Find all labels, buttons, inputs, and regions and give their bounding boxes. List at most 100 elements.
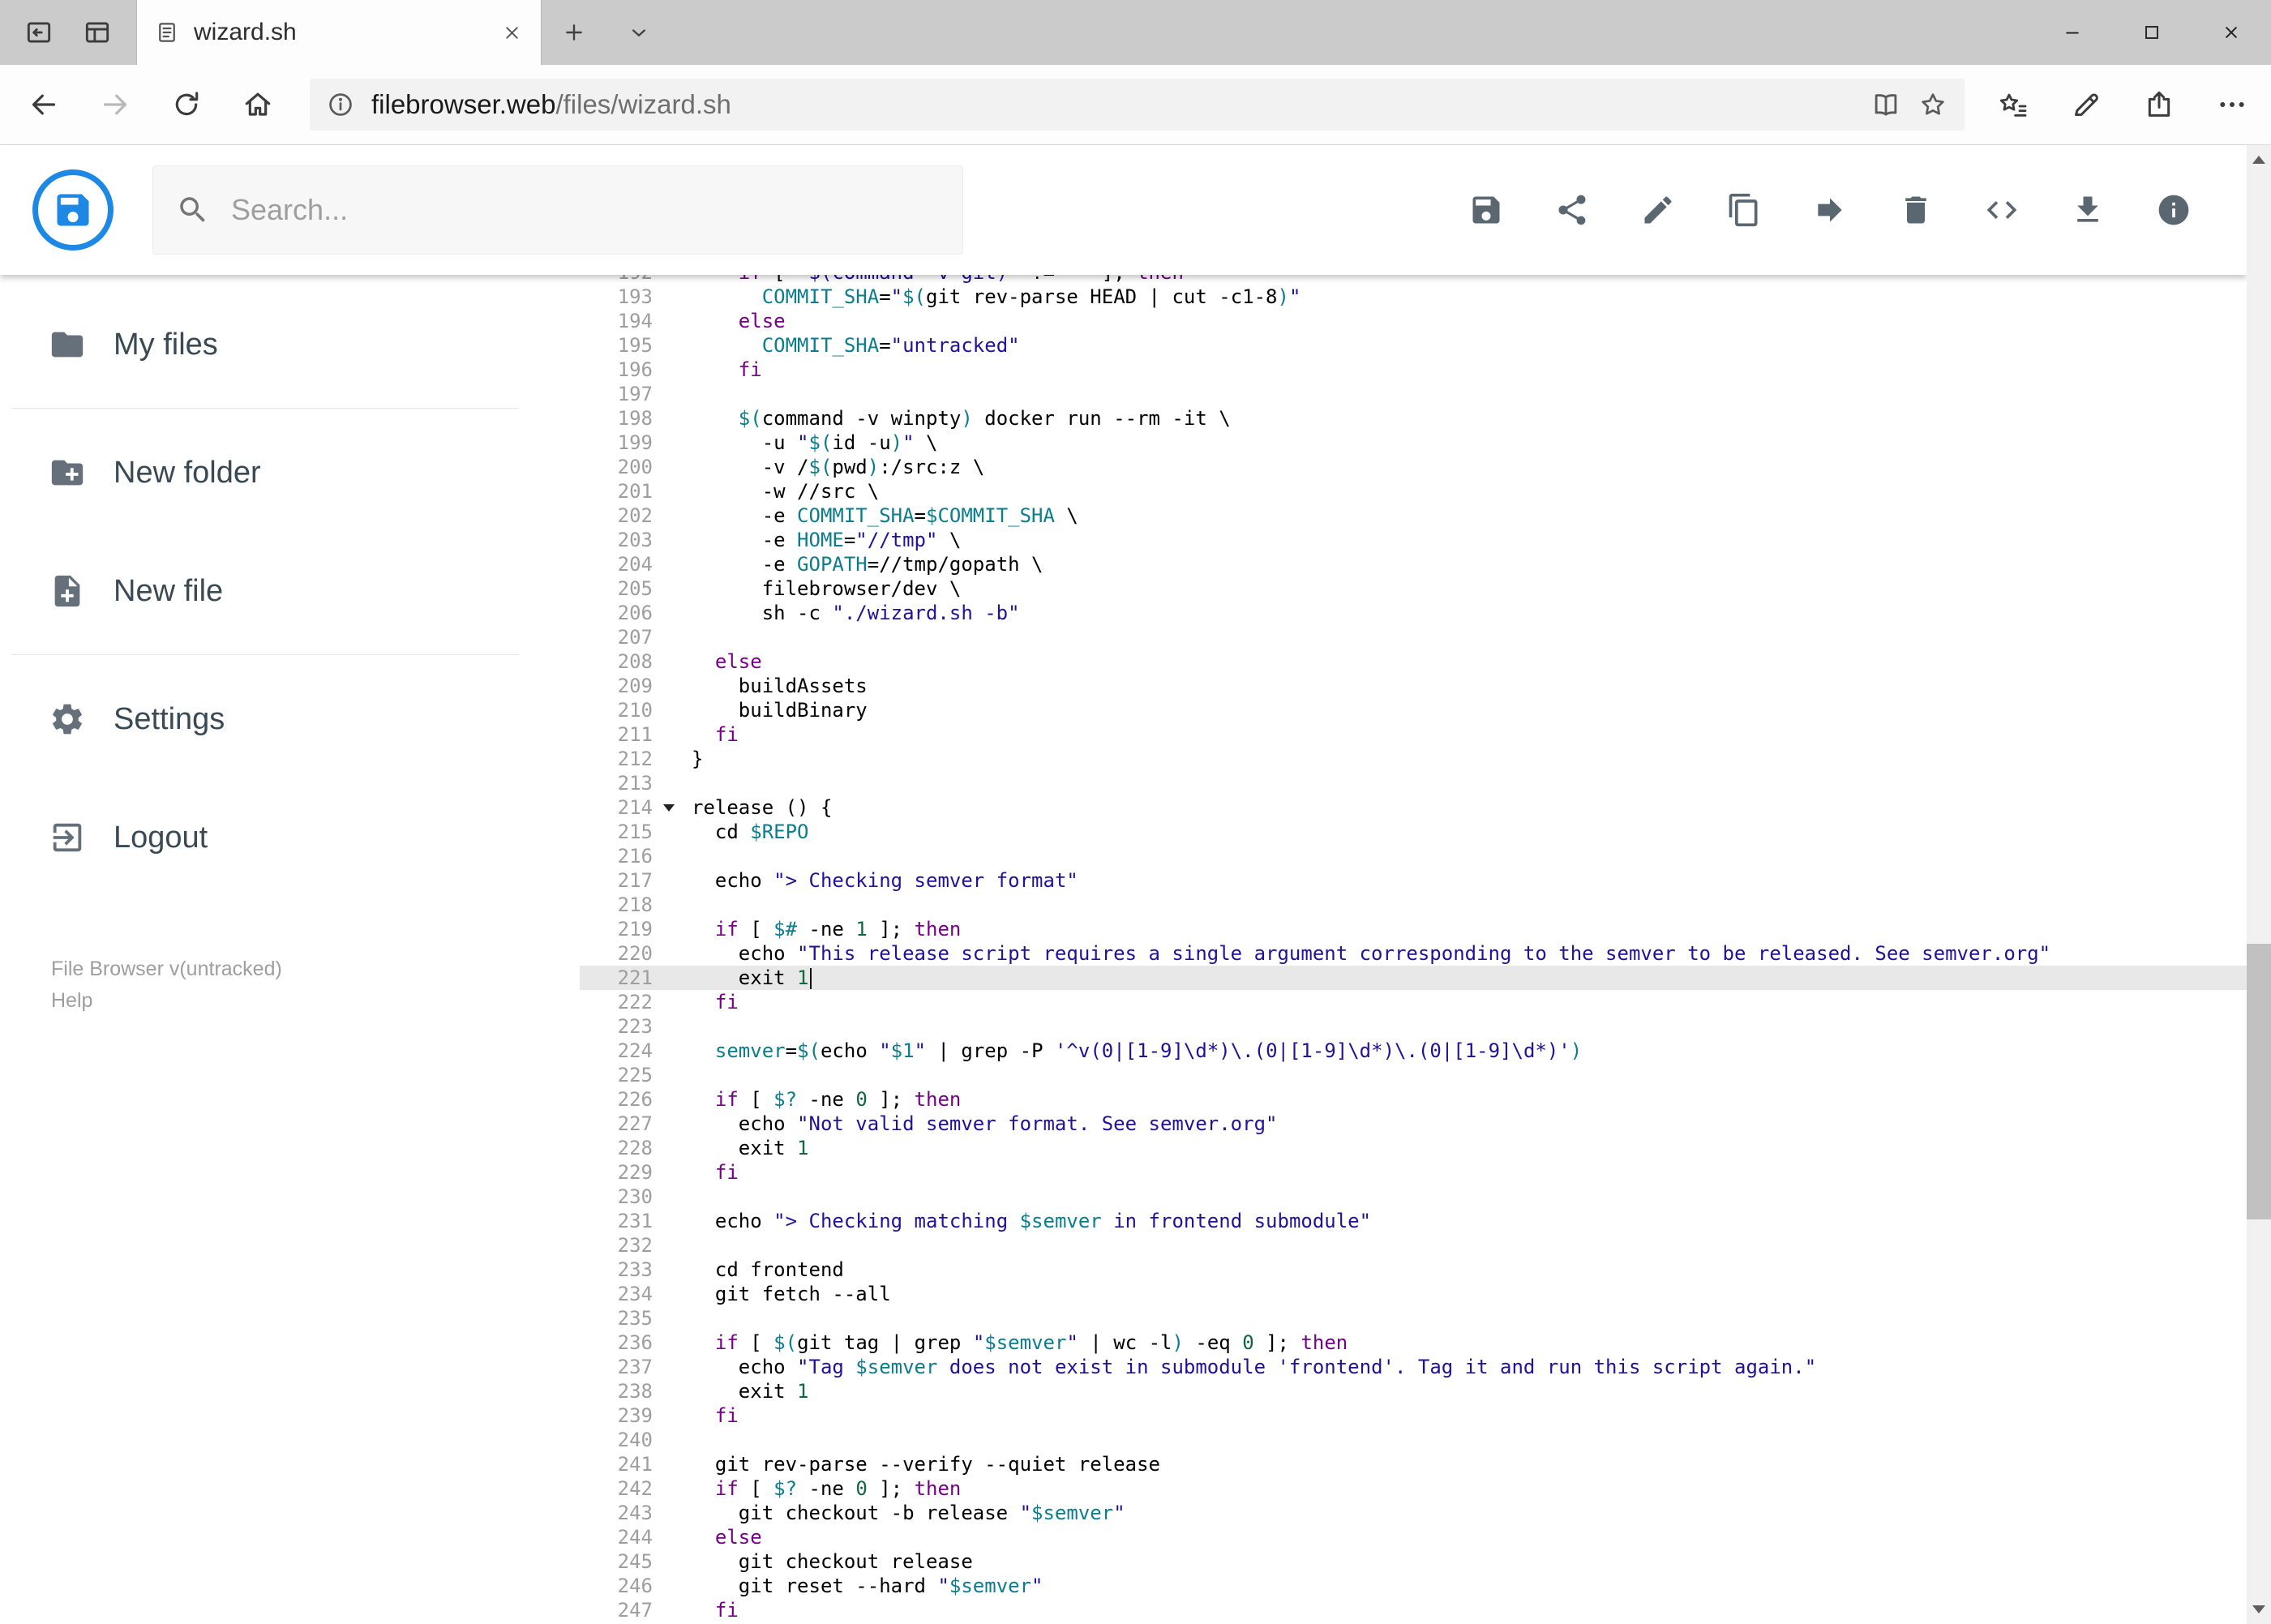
sidebar-item-my-files[interactable]: My files (0, 288, 580, 401)
search-box[interactable] (152, 165, 963, 255)
code-line[interactable]: 228 exit 1 (580, 1136, 2247, 1160)
scroll-up-icon[interactable] (2247, 145, 2271, 174)
fold-arrow-icon[interactable] (661, 795, 683, 820)
code-line[interactable]: 212} (580, 747, 2247, 771)
code-line[interactable]: 207 (580, 625, 2247, 649)
close-tab-icon[interactable] (501, 22, 523, 44)
refresh-icon[interactable] (170, 88, 203, 121)
code-line[interactable]: 194 else (580, 309, 2247, 333)
code-line[interactable]: 222 fi (580, 990, 2247, 1014)
code-line[interactable]: 224 semver=$(echo "$1" | grep -P '^v(0|[… (580, 1039, 2247, 1063)
minimize-icon[interactable] (2033, 0, 2112, 65)
code-line[interactable]: 239 fi (580, 1403, 2247, 1428)
code-line[interactable]: 225 (580, 1063, 2247, 1087)
help-link[interactable]: Help (51, 985, 282, 1017)
scroll-down-icon[interactable] (2247, 1595, 2271, 1624)
browser-tab[interactable]: wizard.sh (136, 0, 542, 65)
code-line[interactable]: 227 echo "Not valid semver format. See s… (580, 1112, 2247, 1136)
code-line[interactable]: 242 if [ $? -ne 0 ]; then (580, 1476, 2247, 1501)
code-line[interactable]: 206 sh -c "./wizard.sh -b" (580, 601, 2247, 625)
code-line[interactable]: 230 (580, 1185, 2247, 1209)
web-note-pen-icon[interactable] (2070, 88, 2102, 121)
search-input[interactable] (229, 192, 940, 228)
code-line[interactable]: 213 (580, 771, 2247, 795)
sidebar-item-new-file[interactable]: New file (0, 534, 580, 648)
url-text[interactable]: filebrowser.web/files/wizard.sh (371, 89, 1854, 120)
code-line[interactable]: 226 if [ $? -ne 0 ]; then (580, 1087, 2247, 1112)
tabs-preview-icon[interactable] (82, 17, 113, 48)
scrollbar-thumb[interactable] (2247, 944, 2271, 1219)
back-icon[interactable] (28, 88, 60, 121)
filebrowser-logo[interactable] (32, 169, 114, 251)
close-window-icon[interactable] (2192, 0, 2271, 65)
code-line[interactable]: 193 COMMIT_SHA="$(git rev-parse HEAD | c… (580, 285, 2247, 309)
code-line[interactable]: 229 fi (580, 1160, 2247, 1185)
info-icon[interactable] (2156, 192, 2192, 228)
code-line[interactable]: 202 -e COMMIT_SHA=$COMMIT_SHA \ (580, 503, 2247, 528)
address-bar[interactable]: filebrowser.web/files/wizard.sh (310, 79, 1965, 131)
home-icon[interactable] (242, 88, 274, 121)
code-line[interactable]: 234 git fetch --all (580, 1282, 2247, 1306)
code-line[interactable]: 211 fi (580, 722, 2247, 747)
code-line[interactable]: 217 echo "> Checking semver format" (580, 868, 2247, 893)
code-line[interactable]: 192 if [ "$(command -v git)" != "" ]; th… (580, 275, 2247, 285)
code-line[interactable]: 218 (580, 893, 2247, 917)
code-line[interactable]: 244 else (580, 1525, 2247, 1549)
code-line[interactable]: 233 cd frontend (580, 1258, 2247, 1282)
tab-list-chevron-icon[interactable] (606, 0, 671, 65)
code-line[interactable]: 243 git checkout -b release "$semver" (580, 1501, 2247, 1525)
code-line[interactable]: 247 fi (580, 1598, 2247, 1622)
code-editor[interactable]: 192 if [ "$(command -v git)" != "" ]; th… (580, 275, 2247, 1624)
code-line[interactable]: 246 git reset --hard "$semver" (580, 1574, 2247, 1598)
set-tabs-aside-icon[interactable] (24, 17, 54, 48)
move-icon[interactable] (1812, 192, 1848, 228)
code-line[interactable]: 219 if [ $# -ne 1 ]; then (580, 917, 2247, 941)
favorite-star-icon[interactable] (1917, 89, 1948, 120)
reading-view-icon[interactable] (1870, 89, 1901, 120)
code-line[interactable]: 223 (580, 1014, 2247, 1039)
code-line[interactable]: 235 (580, 1306, 2247, 1330)
vertical-scrollbar[interactable] (2247, 145, 2271, 1624)
new-tab-icon[interactable] (542, 0, 606, 65)
code-line[interactable]: 215 cd $REPO (580, 820, 2247, 844)
code-line[interactable]: 203 -e HOME="//tmp" \ (580, 528, 2247, 552)
copy-icon[interactable] (1726, 192, 1762, 228)
code-line[interactable]: 216 (580, 844, 2247, 868)
code-line[interactable]: 195 COMMIT_SHA="untracked" (580, 333, 2247, 358)
site-info-icon[interactable] (326, 90, 355, 119)
code-line[interactable]: 245 git checkout release (580, 1549, 2247, 1574)
code-line[interactable]: 240 (580, 1428, 2247, 1452)
code-line[interactable]: 241 git rev-parse --verify --quiet relea… (580, 1452, 2247, 1476)
code-line[interactable]: 205 filebrowser/dev \ (580, 576, 2247, 601)
code-line[interactable]: 196 fi (580, 358, 2247, 382)
code-line[interactable]: 199 -u "$(id -u)" \ (580, 431, 2247, 455)
more-options-icon[interactable] (2216, 88, 2248, 121)
code-line[interactable]: 236 if [ $(git tag | grep "$semver" | wc… (580, 1330, 2247, 1355)
code-line[interactable]: 232 (580, 1233, 2247, 1258)
hub-favorites-icon[interactable] (1997, 88, 2029, 121)
code-line[interactable]: 231 echo "> Checking matching $semver in… (580, 1209, 2247, 1233)
share-page-icon[interactable] (2143, 88, 2175, 121)
edit-icon[interactable] (1640, 192, 1676, 228)
code-line[interactable]: 198 $(command -v winpty) docker run --rm… (580, 406, 2247, 431)
code-line[interactable]: 209 buildAssets (580, 674, 2247, 698)
code-line[interactable]: 200 -v /$(pwd):/src:z \ (580, 455, 2247, 479)
code-line[interactable]: 197 (580, 382, 2247, 406)
code-line[interactable]: 210 buildBinary (580, 698, 2247, 722)
code-line[interactable]: 208 else (580, 649, 2247, 674)
download-icon[interactable] (2070, 192, 2106, 228)
code-line[interactable]: 221 exit 1 (580, 966, 2247, 990)
code-icon[interactable] (1984, 192, 2020, 228)
delete-icon[interactable] (1898, 192, 1934, 228)
maximize-icon[interactable] (2112, 0, 2192, 65)
code-line[interactable]: 237 echo "Tag $semver does not exist in … (580, 1355, 2247, 1379)
sidebar-item-new-folder[interactable]: New folder (0, 416, 580, 529)
code-line[interactable]: 214 release () { (580, 795, 2247, 820)
code-line[interactable]: 238 exit 1 (580, 1379, 2247, 1403)
sidebar-item-logout[interactable]: Logout (0, 781, 580, 894)
code-line[interactable]: 201 -w //src \ (580, 479, 2247, 503)
save-icon[interactable] (1468, 192, 1504, 228)
sidebar-item-settings[interactable]: Settings (0, 662, 580, 776)
code-line[interactable]: 204 -e GOPATH=//tmp/gopath \ (580, 552, 2247, 576)
forward-icon[interactable] (99, 88, 131, 121)
